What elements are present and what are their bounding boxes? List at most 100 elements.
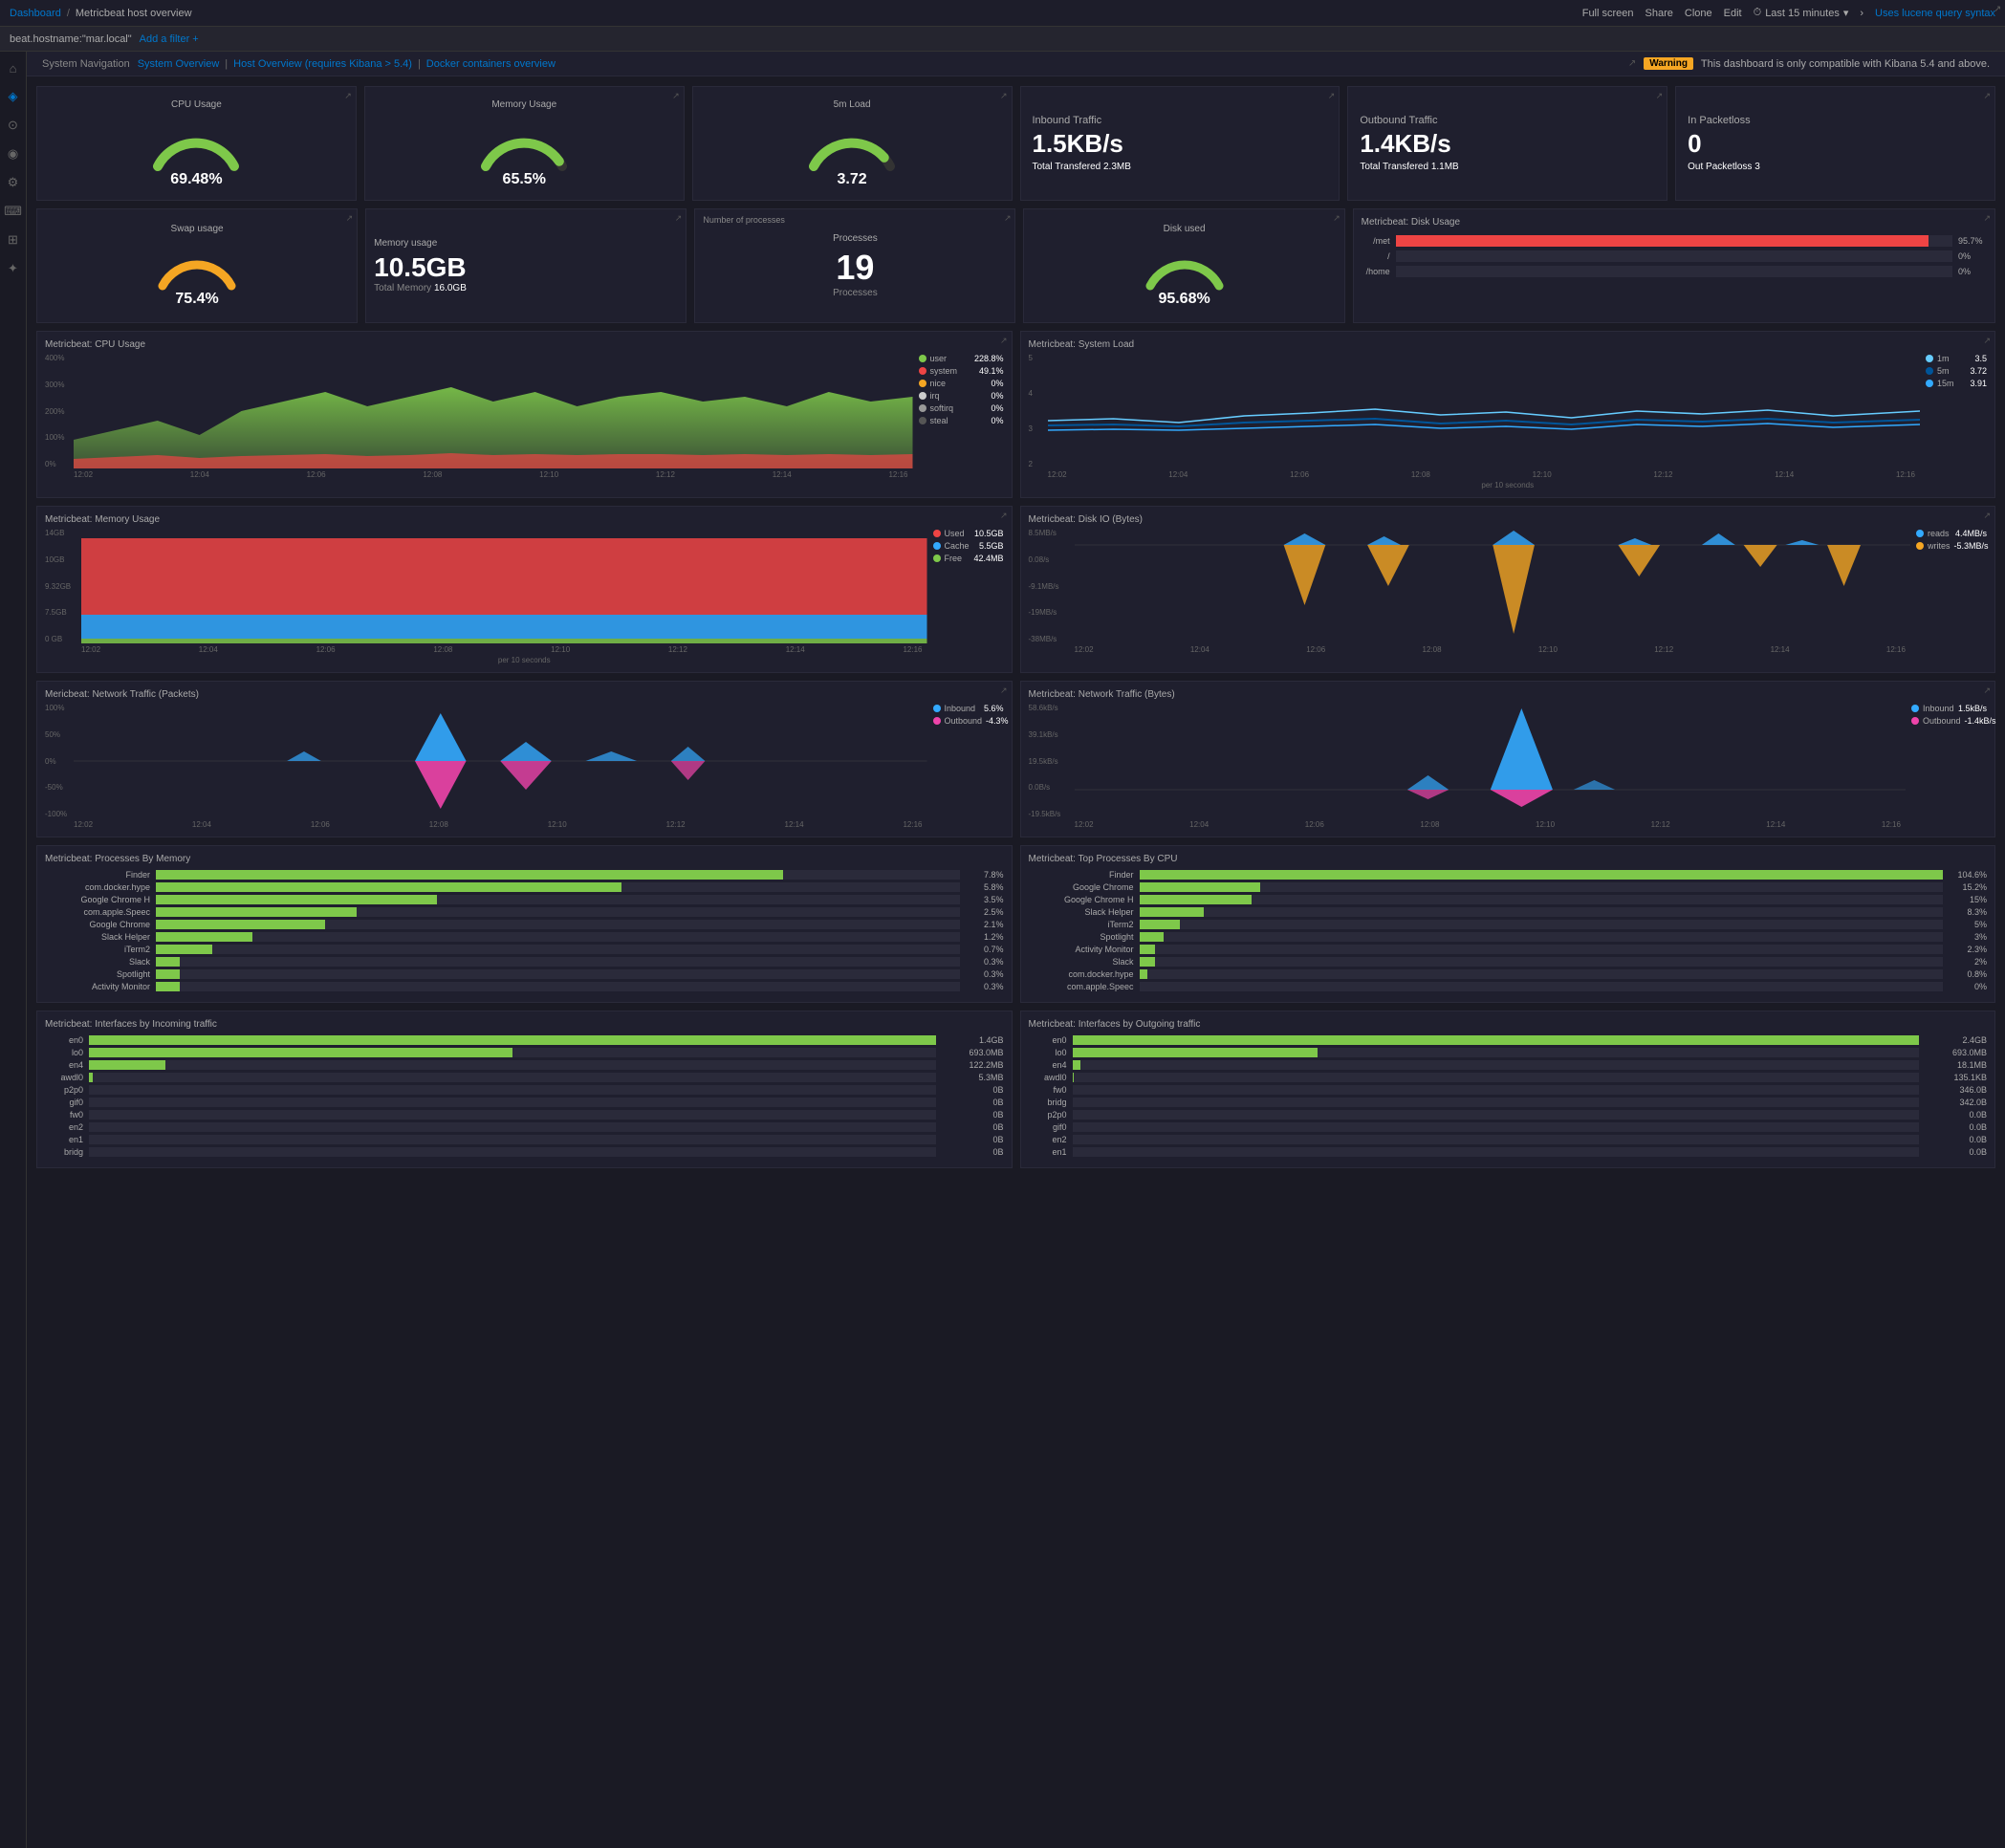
expand-icon[interactable]: ↗ bbox=[1004, 213, 1012, 224]
expand-icon[interactable]: ↗ bbox=[1983, 685, 1991, 696]
resize-icon[interactable]: ↗ bbox=[672, 91, 680, 101]
sidebar-icon-ml[interactable]: ⊞ bbox=[5, 231, 22, 249]
edit-button[interactable]: Edit bbox=[1724, 8, 1742, 19]
bar-fill bbox=[1140, 969, 1147, 979]
query-syntax-link[interactable]: Uses lucene query syntax bbox=[1875, 8, 1995, 19]
iface-name: lo0 bbox=[45, 1048, 83, 1057]
sidebar-icon-visualize[interactable]: ◉ bbox=[5, 145, 22, 163]
iface-out-row-5: bridg 342.0B bbox=[1029, 1098, 1988, 1107]
iface-in-row-0: en0 1.4GB bbox=[45, 1035, 1004, 1045]
iface-bar-fill bbox=[1073, 1035, 1920, 1045]
bar-val: 1.2% bbox=[966, 932, 1004, 942]
iface-name: en0 bbox=[1029, 1035, 1067, 1045]
resize-icon[interactable]: ↗ bbox=[1000, 91, 1008, 101]
system-load-title: Metricbeat: System Load bbox=[1029, 339, 1988, 350]
legend-dot bbox=[919, 404, 926, 412]
iface-in-row-1: lo0 693.0MB bbox=[45, 1048, 1004, 1057]
memory-chart-title: Metricbeat: Memory Usage bbox=[45, 514, 1004, 525]
bar-outer bbox=[156, 932, 960, 942]
iface-val: 2.4GB bbox=[1925, 1035, 1987, 1045]
expand-icon[interactable]: ↗ bbox=[1000, 685, 1008, 696]
nav-host-overview[interactable]: Host Overview (requires Kibana > 5.4) bbox=[233, 58, 412, 70]
packetloss-sub: Out Packetloss 3 bbox=[1688, 162, 1983, 172]
diskio-svg bbox=[1075, 529, 1911, 643]
nav-docker-overview[interactable]: Docker containers overview bbox=[426, 58, 556, 70]
nav-sep-1: | bbox=[225, 58, 228, 70]
resize-icon[interactable]: ↗ bbox=[1983, 91, 1991, 101]
bar-name: Slack Helper bbox=[45, 932, 150, 942]
bar-outer bbox=[1140, 969, 1944, 979]
proc-mem-title: Metricbeat: Processes By Memory bbox=[45, 854, 1004, 864]
iface-name: fw0 bbox=[45, 1110, 83, 1120]
iface-bar-outer bbox=[1073, 1085, 1920, 1095]
bar-outer bbox=[1140, 882, 1944, 892]
cpu-label: CPU Usage bbox=[171, 99, 222, 110]
expand-icon[interactable]: ↗ bbox=[1000, 336, 1008, 346]
resize-icon[interactable]: ↗ bbox=[346, 213, 354, 224]
iface-name: en4 bbox=[45, 1060, 83, 1070]
time-range[interactable]: ⏱ Last 15 minutes ▾ bbox=[1754, 7, 1849, 19]
legend-used: Used10.5GB bbox=[933, 529, 1004, 538]
warning-text: This dashboard is only compatible with K… bbox=[1701, 58, 1990, 70]
disk-bar-panel: ↗ Metricbeat: Disk Usage /met 95.7% / bbox=[1353, 208, 1995, 323]
sidebar-icon-home[interactable]: ⌂ bbox=[5, 59, 22, 76]
legend-user: user228.8% bbox=[919, 354, 1004, 363]
resize-icon[interactable]: ↗ bbox=[1328, 91, 1336, 101]
sidebar-icon-dashboard[interactable]: ◈ bbox=[5, 88, 22, 105]
processes-above-label: Number of processes bbox=[703, 215, 785, 225]
bar-outer bbox=[1140, 920, 1944, 929]
bar-val: 104.6% bbox=[1949, 870, 1987, 880]
processes-count-label: Processes bbox=[833, 233, 878, 244]
add-filter-button[interactable]: Add a filter + bbox=[140, 33, 199, 45]
share-button[interactable]: Share bbox=[1645, 8, 1673, 19]
proc-cpu-row-1: Google Chrome 15.2% bbox=[1029, 882, 1988, 892]
expand-icon[interactable]: ↗ bbox=[1983, 511, 1991, 521]
sidebar-icon-settings[interactable]: ⚙ bbox=[5, 174, 22, 191]
inbound-title: Inbound Traffic bbox=[1033, 115, 1328, 126]
sidebar-icon-bottom[interactable]: ✦ bbox=[5, 260, 22, 277]
main-content: System Navigation System Overview | Host… bbox=[27, 52, 2005, 1848]
expand-icon[interactable]: ↗ bbox=[1983, 213, 1991, 224]
resize-icon[interactable]: ↗ bbox=[1656, 91, 1664, 101]
iface-bar-outer bbox=[1073, 1035, 1920, 1045]
iface-out-row-7: gif0 0.0B bbox=[1029, 1122, 1988, 1132]
disk-gauge-panel: ↗ Disk used 95.68% bbox=[1023, 208, 1344, 323]
iface-val: 135.1KB bbox=[1925, 1073, 1987, 1082]
memory-chart-svg bbox=[81, 529, 927, 643]
net-bytes-main bbox=[1075, 704, 1907, 818]
iface-bar-fill bbox=[89, 1060, 165, 1070]
iface-in-row-2: en4 122.2MB bbox=[45, 1060, 1004, 1070]
expand-icon[interactable]: ↗ bbox=[1983, 336, 1991, 346]
iface-val: 0.0B bbox=[1925, 1110, 1987, 1120]
proc-memory-panel: ↗ Metricbeat: Processes By Memory Finder… bbox=[36, 845, 1013, 1003]
breadcrumb-current: Metricbeat host overview bbox=[76, 8, 192, 19]
legend-dot bbox=[919, 367, 926, 375]
legend-inbound-pkt: Inbound5.6% bbox=[933, 704, 1004, 713]
sidebar-icon-discover[interactable]: ⊙ bbox=[5, 117, 22, 134]
bar-val: 3.5% bbox=[966, 895, 1004, 904]
iface-name: fw0 bbox=[1029, 1085, 1067, 1095]
resize-icon[interactable]: ↗ bbox=[675, 213, 683, 224]
expand-icon[interactable]: ↗ bbox=[1000, 511, 1008, 521]
diskio-x-labels: 12:0212:0412:0612:0812:1012:1212:1412:16 bbox=[1029, 645, 1988, 654]
bar-outer bbox=[156, 920, 960, 929]
resize-icon[interactable]: ↗ bbox=[1333, 213, 1340, 224]
sidebar-icon-dev[interactable]: ⌨ bbox=[5, 203, 22, 220]
breadcrumb-dashboard[interactable]: Dashboard bbox=[10, 8, 61, 19]
nav-system-overview[interactable]: System Overview bbox=[138, 58, 220, 70]
next-button[interactable]: › bbox=[1860, 8, 1863, 19]
cpu-chart-svg bbox=[74, 354, 913, 468]
bar-fill bbox=[1140, 882, 1260, 892]
memory-gauge-svg bbox=[476, 114, 572, 171]
legend-dot bbox=[1911, 717, 1919, 725]
resize-icon[interactable]: ↗ bbox=[344, 91, 352, 101]
fullscreen-button[interactable]: Full screen bbox=[1582, 8, 1634, 19]
netpkt-svg bbox=[74, 704, 927, 818]
memory-chart-area: 14GB10GB9.32GB7.5GB0 GB bbox=[45, 529, 1004, 643]
cpu-gauge-svg bbox=[148, 114, 244, 171]
disk-bar-label-1: / bbox=[1362, 251, 1390, 261]
iface-name: gif0 bbox=[45, 1098, 83, 1107]
iface-val: 0B bbox=[942, 1147, 1004, 1157]
clone-button[interactable]: Clone bbox=[1685, 8, 1712, 19]
inbound-sub: Total Transfered 2.3MB bbox=[1033, 162, 1328, 172]
